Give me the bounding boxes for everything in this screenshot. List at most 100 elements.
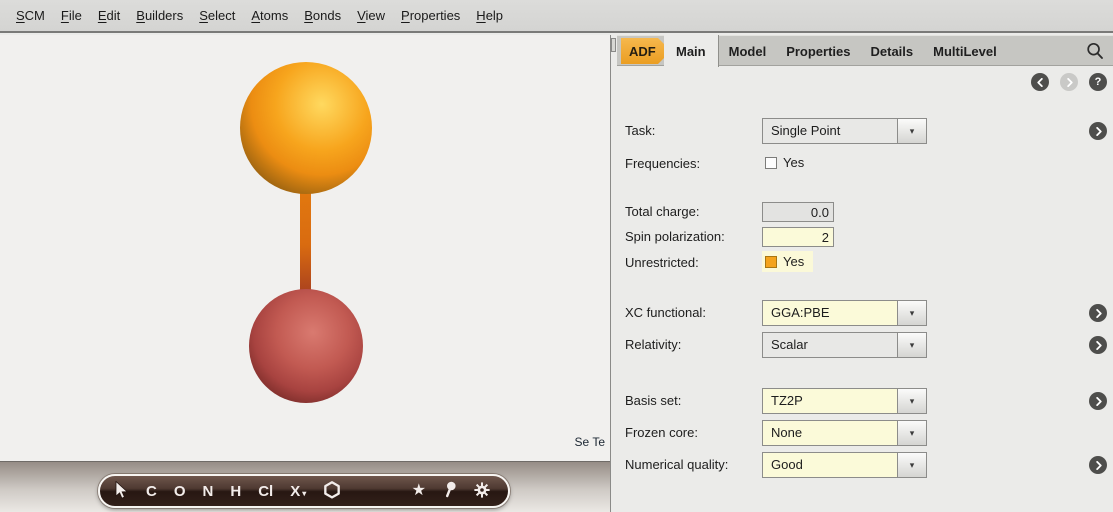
chevron-right-icon: [1094, 461, 1103, 470]
frozen-core-label: Frozen core:: [625, 420, 698, 446]
basis-set-label: Basis set:: [625, 388, 681, 414]
element-oxygen-button[interactable]: O: [174, 484, 186, 499]
structures-tool-button[interactable]: ★: [412, 483, 426, 499]
form-row-relativity: Relativity: Scalar▾: [617, 332, 1113, 358]
spin-polarization-label: Spin polarization:: [625, 224, 725, 250]
xc-functional-label: XC functional:: [625, 300, 706, 326]
basis-set-detail-button[interactable]: [1089, 392, 1107, 410]
xc-functional-dropdown[interactable]: GGA:PBE▾: [762, 300, 927, 326]
form-row-xc-functional: XC functional: GGA:PBE▾: [617, 300, 1113, 326]
spin-polarization-input[interactable]: [762, 227, 834, 247]
molecule-viewer[interactable]: Se Te C O N H Cl X▾ ★: [0, 35, 610, 512]
form-row-basis-set: Basis set: TZ2P▾: [617, 388, 1113, 414]
settings-tool-button[interactable]: [474, 482, 490, 501]
element-symbol-label: H: [230, 484, 241, 499]
relativity-detail-button[interactable]: [1089, 336, 1107, 354]
basis-set-value: TZ2P: [763, 389, 897, 413]
numerical-quality-label: Numerical quality:: [625, 452, 728, 478]
frequencies-option-label: Yes: [783, 155, 804, 170]
menu-scm[interactable]: SCM: [8, 4, 53, 27]
numerical-quality-value: Good: [763, 453, 897, 477]
form-row-task: Task: Single Point▾: [617, 118, 1113, 144]
task-dropdown[interactable]: Single Point▾: [762, 118, 927, 144]
select-cursor-button[interactable]: [114, 481, 129, 502]
basis-set-dropdown[interactable]: TZ2P▾: [762, 388, 927, 414]
dropdown-arrow-icon[interactable]: ▾: [897, 453, 926, 477]
pin-icon: [443, 481, 457, 501]
frequencies-label: Frequencies:: [625, 151, 700, 177]
numerical-quality-dropdown[interactable]: Good▾: [762, 452, 927, 478]
element-toolbar: C O N H Cl X▾ ★: [98, 474, 510, 508]
xc-functional-detail-button[interactable]: [1089, 304, 1107, 322]
form-row-frequencies: Frequencies: Yes: [617, 151, 1113, 177]
cursor-icon: [114, 481, 129, 502]
splitter-handle[interactable]: [611, 38, 616, 52]
dropdown-arrow-icon[interactable]: ▾: [897, 301, 926, 325]
frequencies-option: Yes: [762, 152, 813, 173]
chevron-right-icon: [1094, 309, 1103, 318]
unrestricted-option-label: Yes: [783, 254, 804, 269]
menu-builders[interactable]: Builders: [128, 4, 191, 27]
chevron-right-icon: [1094, 397, 1103, 406]
relativity-value: Scalar: [763, 333, 897, 357]
ring-icon: [323, 481, 341, 502]
unrestricted-label: Unrestricted:: [625, 250, 699, 276]
frequencies-checkbox[interactable]: [765, 157, 777, 169]
total-charge-label: Total charge:: [625, 199, 699, 225]
relativity-label: Relativity:: [625, 332, 681, 358]
total-charge-input[interactable]: [762, 202, 834, 222]
formula-label: Se Te: [575, 435, 605, 449]
dropdown-arrow-icon[interactable]: ▾: [897, 389, 926, 413]
star-icon: ★: [412, 483, 426, 499]
element-nitrogen-button[interactable]: N: [203, 484, 214, 499]
gear-icon: [474, 482, 490, 501]
task-detail-button[interactable]: [1089, 122, 1107, 140]
relativity-dropdown[interactable]: Scalar▾: [762, 332, 927, 358]
element-symbol-label: O: [174, 484, 186, 499]
element-symbol-label: X: [290, 484, 300, 499]
element-hydrogen-button[interactable]: H: [230, 484, 241, 499]
form-row-unrestricted: Unrestricted: Yes: [617, 250, 1113, 276]
dropdown-caret-icon: ▾: [302, 490, 306, 498]
atom-se[interactable]: [249, 289, 363, 403]
splitter[interactable]: [610, 35, 617, 512]
dropdown-arrow-icon[interactable]: ▾: [897, 119, 926, 143]
menu-file[interactable]: File: [53, 4, 90, 27]
xc-functional-value: GGA:PBE: [763, 301, 897, 325]
element-chlorine-button[interactable]: Cl: [258, 484, 273, 499]
menu-help[interactable]: Help: [468, 4, 511, 27]
menu-bonds[interactable]: Bonds: [296, 4, 349, 27]
form-row-total-charge: Total charge:: [617, 199, 1113, 225]
task-value: Single Point: [763, 119, 897, 143]
menu-atoms[interactable]: Atoms: [243, 4, 296, 27]
menu-select[interactable]: Select: [191, 4, 243, 27]
settings-panel: ADF MainModelPropertiesDetailsMultiLevel…: [617, 35, 1113, 512]
form-row-frozen-core: Frozen core: None▾: [617, 420, 1113, 446]
element-carbon-button[interactable]: C: [146, 484, 157, 499]
main-settings-form: Task:Single Point▾Frequencies:YesTotal c…: [617, 35, 1113, 512]
frozen-core-dropdown[interactable]: None▾: [762, 420, 927, 446]
element-other-button[interactable]: X▾: [290, 484, 306, 499]
menubar: SCMFileEditBuildersSelectAtomsBondsViewP…: [0, 0, 1113, 33]
unrestricted-option: Yes: [762, 251, 813, 272]
menu-properties[interactable]: Properties: [393, 4, 468, 27]
form-row-spin-polarization: Spin polarization:: [617, 224, 1113, 250]
viewer-bottom-strip: C O N H Cl X▾ ★: [0, 461, 610, 512]
atom-te[interactable]: [240, 62, 372, 194]
dropdown-arrow-icon[interactable]: ▾: [897, 421, 926, 445]
menu-edit[interactable]: Edit: [90, 4, 128, 27]
menu-view[interactable]: View: [349, 4, 393, 27]
element-symbol-label: N: [203, 484, 214, 499]
chevron-right-icon: [1094, 341, 1103, 350]
ring-tool-button[interactable]: [323, 481, 341, 502]
element-symbol-label: Cl: [258, 484, 273, 499]
unrestricted-checkbox[interactable]: [765, 256, 777, 268]
frozen-core-value: None: [763, 421, 897, 445]
form-row-numerical-quality: Numerical quality: Good▾: [617, 452, 1113, 478]
task-label: Task:: [625, 118, 655, 144]
search-tool-button[interactable]: [443, 481, 457, 501]
dropdown-arrow-icon[interactable]: ▾: [897, 333, 926, 357]
element-symbol-label: C: [146, 484, 157, 499]
numerical-quality-detail-button[interactable]: [1089, 456, 1107, 474]
chevron-right-icon: [1094, 127, 1103, 136]
